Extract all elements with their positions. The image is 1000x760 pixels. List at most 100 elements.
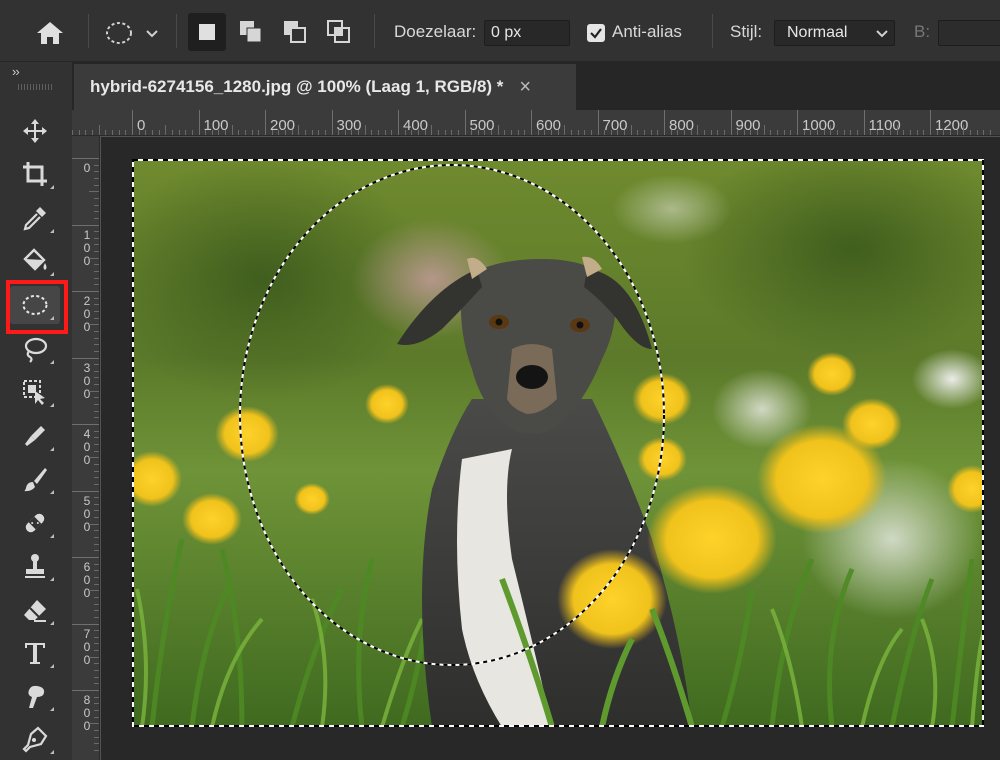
submenu-indicator <box>50 707 54 711</box>
ruler-minor-tick <box>94 636 99 638</box>
ruler-minor-tick <box>85 130 87 135</box>
ruler-left-label: 0 <box>83 161 91 175</box>
ruler-minor-tick <box>451 130 453 135</box>
eraser-icon <box>24 600 46 622</box>
ruler-minor-tick <box>298 125 300 135</box>
ruler-minor-tick <box>94 550 99 552</box>
ruler-minor-tick <box>936 130 938 135</box>
style-select[interactable]: Normaal <box>774 20 895 46</box>
ruler-major-tick <box>331 110 333 135</box>
clone-stamp-tool[interactable] <box>10 547 60 585</box>
ruler-minor-tick <box>94 576 99 578</box>
ruler-minor-tick <box>94 430 99 432</box>
ruler-major-tick <box>730 110 732 135</box>
healing-brush-tool[interactable] <box>10 417 60 455</box>
type-icon <box>25 643 45 664</box>
ruler-minor-tick <box>564 125 566 135</box>
ruler-left-label: 600 <box>83 560 91 600</box>
ruler-minor-tick <box>883 130 885 135</box>
ruler-minor-tick <box>617 130 619 135</box>
new-selection-button[interactable] <box>188 13 226 51</box>
ruler-minor-tick <box>94 284 99 286</box>
ruler-minor-tick <box>171 130 173 135</box>
ruler-minor-tick <box>94 709 99 711</box>
ruler-minor-tick <box>777 130 779 135</box>
preset-dropdown-chevron[interactable] <box>142 24 162 44</box>
ruler-minor-tick <box>138 130 140 135</box>
ruler-minor-tick <box>94 271 99 273</box>
ruler-minor-tick <box>94 171 99 173</box>
vertical-ruler[interactable]: 0 100 200 300 400 500 600 700 800 <box>72 136 100 760</box>
brush-tool[interactable] <box>10 460 60 498</box>
spot-healing-tool[interactable] <box>10 504 60 542</box>
panel-grip[interactable] <box>18 84 54 90</box>
ruler-minor-tick <box>94 337 99 339</box>
home-button[interactable] <box>30 16 70 50</box>
paint-bucket-tool[interactable] <box>10 242 60 280</box>
ruler-minor-tick <box>94 364 99 366</box>
ruler-minor-tick <box>218 130 220 135</box>
intersect-selection-button[interactable] <box>320 13 358 51</box>
lasso-tool[interactable] <box>10 330 60 368</box>
ruler-major-tick <box>464 110 466 135</box>
ruler-minor-tick <box>94 703 99 705</box>
ruler-minor-tick <box>391 130 393 135</box>
ruler-minor-tick <box>94 217 99 219</box>
ruler-minor-tick <box>584 130 586 135</box>
ruler-minor-tick <box>823 130 825 135</box>
canvas-photo-dog-in-daffodils[interactable] <box>132 159 984 727</box>
ruler-minor-tick <box>205 130 207 135</box>
canvas-area[interactable] <box>101 137 1000 760</box>
close-tab-button[interactable]: × <box>519 76 531 99</box>
crop-tool[interactable] <box>10 155 60 193</box>
subtract-from-selection-button[interactable] <box>276 13 314 51</box>
smudge-tool[interactable] <box>10 677 60 715</box>
ruler-minor-tick <box>251 130 253 135</box>
ruler-minor-tick <box>544 130 546 135</box>
eyedropper-tool[interactable] <box>10 199 60 237</box>
antialias-checkbox[interactable] <box>587 24 605 42</box>
ruler-minor-tick <box>94 297 99 299</box>
ruler-minor-tick <box>763 125 765 135</box>
ruler-minor-tick <box>94 404 99 406</box>
ruler-minor-tick <box>258 130 260 135</box>
submenu-indicator <box>50 229 54 233</box>
ruler-minor-tick <box>94 696 99 698</box>
ruler-minor-tick <box>650 130 652 135</box>
ruler-minor-tick <box>710 130 712 135</box>
brush-icon <box>24 468 47 492</box>
document-tab-strip: hybrid-6274156_1280.jpg @ 100% (Laag 1, … <box>72 62 1000 110</box>
ruler-minor-tick <box>378 130 380 135</box>
ruler-minor-tick <box>318 130 320 135</box>
ruler-minor-tick <box>836 130 838 135</box>
ruler-major-tick <box>72 158 99 159</box>
feather-input[interactable]: 0 px <box>484 20 570 46</box>
move-tool[interactable] <box>10 112 60 150</box>
pen-tool[interactable] <box>10 720 60 758</box>
ruler-minor-tick <box>411 130 413 135</box>
separator <box>176 14 177 48</box>
object-selection-tool[interactable] <box>10 373 60 411</box>
ruler-minor-tick <box>94 497 99 499</box>
collapse-panel-toggle[interactable]: ›› <box>12 64 20 79</box>
horizontal-ruler[interactable]: 0 100 200 300 400 500 600 700 800 900 1000 1100 1200 <box>72 110 1000 136</box>
home-icon <box>37 22 63 44</box>
paint-bucket-icon <box>23 248 47 271</box>
ruler-minor-tick <box>338 130 340 135</box>
ruler-minor-tick <box>717 130 719 135</box>
separator <box>712 14 713 48</box>
add-to-selection-button[interactable] <box>232 13 270 51</box>
ruler-minor-tick <box>856 130 858 135</box>
width-input[interactable] <box>938 20 1000 46</box>
submenu-indicator <box>50 534 54 538</box>
tool-preset-picker[interactable] <box>100 16 138 50</box>
type-tool[interactable] <box>10 634 60 672</box>
width-label: B: <box>914 22 931 41</box>
ruler-minor-tick <box>471 130 473 135</box>
submenu-indicator <box>50 750 54 754</box>
ruler-minor-tick <box>94 177 99 179</box>
ruler-minor-tick <box>145 130 147 135</box>
eraser-tool[interactable] <box>10 591 60 629</box>
ruler-minor-tick <box>557 130 559 135</box>
document-tab[interactable]: hybrid-6274156_1280.jpg @ 100% (Laag 1, … <box>74 64 576 110</box>
